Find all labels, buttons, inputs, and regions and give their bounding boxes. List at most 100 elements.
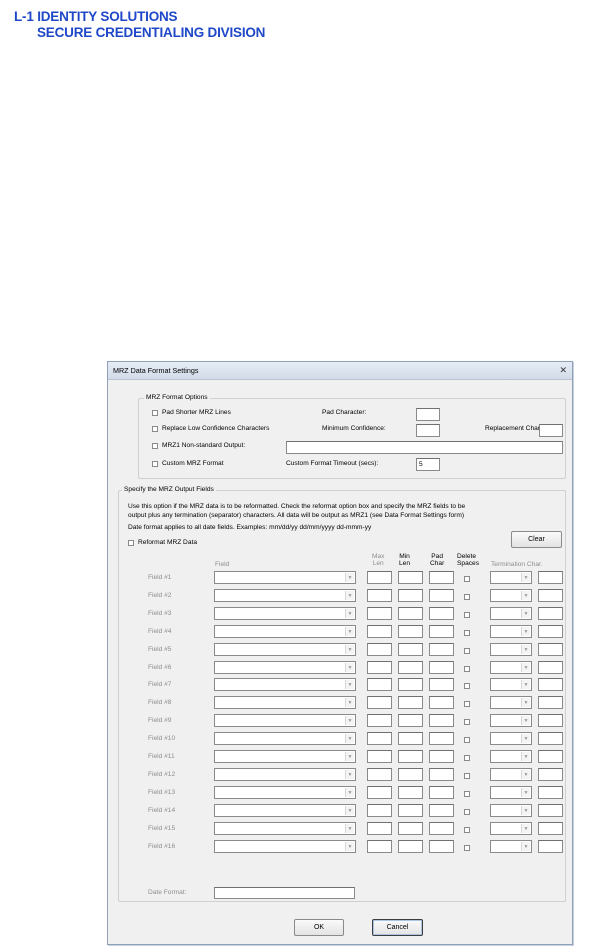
delete-spaces-checkbox[interactable] xyxy=(464,630,470,636)
termination-select[interactable]: ▼ xyxy=(490,804,532,817)
pad-char-input[interactable] xyxy=(429,750,454,763)
max-len-input[interactable] xyxy=(367,607,392,620)
termination-char-input[interactable] xyxy=(538,840,563,853)
termination-char-input[interactable] xyxy=(538,643,563,656)
ok-button[interactable]: OK xyxy=(294,919,344,936)
max-len-input[interactable] xyxy=(367,589,392,602)
custom-timeout-input[interactable]: 5 xyxy=(416,458,440,471)
delete-spaces-checkbox[interactable] xyxy=(464,791,470,797)
delete-spaces-checkbox[interactable] xyxy=(464,755,470,761)
max-len-input[interactable] xyxy=(367,786,392,799)
termination-select[interactable]: ▼ xyxy=(490,589,532,602)
min-len-input[interactable] xyxy=(398,625,423,638)
termination-char-input[interactable] xyxy=(538,732,563,745)
pad-char-input[interactable] xyxy=(429,804,454,817)
min-len-input[interactable] xyxy=(398,750,423,763)
min-len-input[interactable] xyxy=(398,661,423,674)
field-select[interactable]: ▼ xyxy=(214,661,356,674)
termination-char-input[interactable] xyxy=(538,822,563,835)
replacement-char-input[interactable] xyxy=(539,424,563,437)
pad-char-input[interactable] xyxy=(429,643,454,656)
max-len-input[interactable] xyxy=(367,696,392,709)
cancel-button[interactable]: Cancel xyxy=(372,919,423,936)
delete-spaces-checkbox[interactable] xyxy=(464,576,470,582)
delete-spaces-checkbox[interactable] xyxy=(464,845,470,851)
termination-select[interactable]: ▼ xyxy=(490,840,532,853)
termination-select[interactable]: ▼ xyxy=(490,625,532,638)
delete-spaces-checkbox[interactable] xyxy=(464,648,470,654)
termination-char-input[interactable] xyxy=(538,750,563,763)
termination-char-input[interactable] xyxy=(538,607,563,620)
field-select[interactable]: ▼ xyxy=(214,768,356,781)
termination-select[interactable]: ▼ xyxy=(490,607,532,620)
max-len-input[interactable] xyxy=(367,840,392,853)
pad-char-input[interactable] xyxy=(429,714,454,727)
max-len-input[interactable] xyxy=(367,678,392,691)
termination-select[interactable]: ▼ xyxy=(490,661,532,674)
field-select[interactable]: ▼ xyxy=(214,607,356,620)
field-select[interactable]: ▼ xyxy=(214,822,356,835)
max-len-input[interactable] xyxy=(367,571,392,584)
termination-select[interactable]: ▼ xyxy=(490,732,532,745)
min-len-input[interactable] xyxy=(398,607,423,620)
max-len-input[interactable] xyxy=(367,768,392,781)
reformat-checkbox[interactable] xyxy=(128,540,134,546)
max-len-input[interactable] xyxy=(367,643,392,656)
delete-spaces-checkbox[interactable] xyxy=(464,683,470,689)
delete-spaces-checkbox[interactable] xyxy=(464,666,470,672)
date-format-input[interactable] xyxy=(214,887,355,899)
termination-select[interactable]: ▼ xyxy=(490,750,532,763)
min-len-input[interactable] xyxy=(398,589,423,602)
replace-low-checkbox[interactable] xyxy=(152,426,158,432)
termination-char-input[interactable] xyxy=(538,661,563,674)
max-len-input[interactable] xyxy=(367,625,392,638)
field-select[interactable]: ▼ xyxy=(214,840,356,853)
delete-spaces-checkbox[interactable] xyxy=(464,594,470,600)
mrz1-nonstandard-input[interactable] xyxy=(286,441,563,454)
min-len-input[interactable] xyxy=(398,571,423,584)
field-select[interactable]: ▼ xyxy=(214,750,356,763)
max-len-input[interactable] xyxy=(367,750,392,763)
delete-spaces-checkbox[interactable] xyxy=(464,809,470,815)
clear-button[interactable]: Clear xyxy=(511,531,562,548)
termination-char-input[interactable] xyxy=(538,696,563,709)
termination-char-input[interactable] xyxy=(538,625,563,638)
field-select[interactable]: ▼ xyxy=(214,786,356,799)
field-select[interactable]: ▼ xyxy=(214,678,356,691)
pad-char-input[interactable] xyxy=(429,678,454,691)
termination-select[interactable]: ▼ xyxy=(490,696,532,709)
min-len-input[interactable] xyxy=(398,822,423,835)
field-select[interactable]: ▼ xyxy=(214,714,356,727)
termination-select[interactable]: ▼ xyxy=(490,571,532,584)
field-select[interactable]: ▼ xyxy=(214,732,356,745)
field-select[interactable]: ▼ xyxy=(214,571,356,584)
termination-select[interactable]: ▼ xyxy=(490,768,532,781)
delete-spaces-checkbox[interactable] xyxy=(464,737,470,743)
termination-char-input[interactable] xyxy=(538,768,563,781)
field-select[interactable]: ▼ xyxy=(214,625,356,638)
field-select[interactable]: ▼ xyxy=(214,804,356,817)
pad-char-input[interactable] xyxy=(429,661,454,674)
termination-char-input[interactable] xyxy=(538,786,563,799)
pad-character-input[interactable] xyxy=(416,408,440,421)
pad-char-input[interactable] xyxy=(429,822,454,835)
delete-spaces-checkbox[interactable] xyxy=(464,827,470,833)
max-len-input[interactable] xyxy=(367,714,392,727)
termination-char-input[interactable] xyxy=(538,571,563,584)
min-len-input[interactable] xyxy=(398,768,423,781)
termination-select[interactable]: ▼ xyxy=(490,643,532,656)
delete-spaces-checkbox[interactable] xyxy=(464,773,470,779)
min-len-input[interactable] xyxy=(398,840,423,853)
close-icon[interactable]: ✕ xyxy=(559,365,567,376)
pad-char-input[interactable] xyxy=(429,768,454,781)
min-len-input[interactable] xyxy=(398,696,423,709)
termination-char-input[interactable] xyxy=(538,589,563,602)
min-len-input[interactable] xyxy=(398,678,423,691)
field-select[interactable]: ▼ xyxy=(214,696,356,709)
pad-char-input[interactable] xyxy=(429,840,454,853)
pad-char-input[interactable] xyxy=(429,571,454,584)
pad-char-input[interactable] xyxy=(429,607,454,620)
pad-char-input[interactable] xyxy=(429,589,454,602)
termination-char-input[interactable] xyxy=(538,804,563,817)
termination-select[interactable]: ▼ xyxy=(490,714,532,727)
